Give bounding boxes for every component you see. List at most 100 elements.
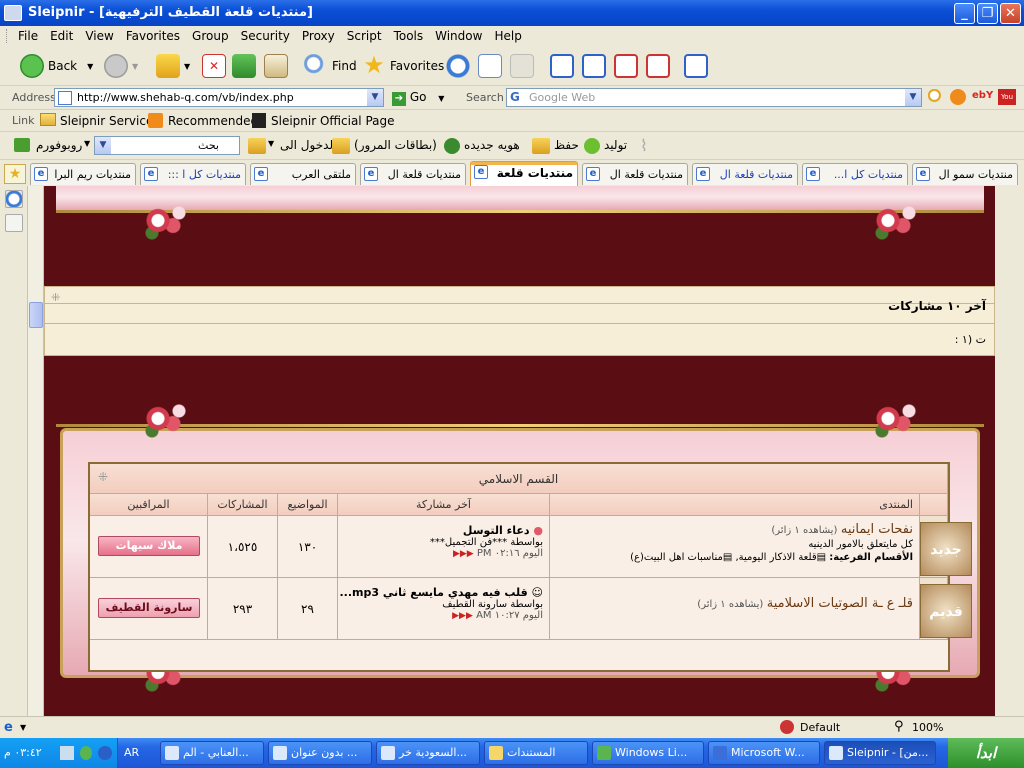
menu-tools[interactable]: Tools xyxy=(388,26,430,43)
start-button[interactable]: ابدأ xyxy=(948,738,1024,768)
language-indicator[interactable]: AR xyxy=(124,746,139,759)
moderator-link[interactable]: ملاك سيهات xyxy=(98,536,200,556)
back-button[interactable]: Back ▼ xyxy=(20,52,93,80)
link-sleipnir-official-page[interactable]: Sleipnir Official Page xyxy=(271,114,395,128)
last-post-author[interactable]: بواسطة سارونة القطيف xyxy=(338,599,543,610)
tab-8[interactable]: e منتديات كل ا ::: xyxy=(140,163,246,185)
up-dropdown-icon[interactable]: ▼ xyxy=(184,62,190,71)
search-go-icon[interactable] xyxy=(928,89,944,105)
window-arrange-1[interactable] xyxy=(550,52,578,80)
menu-edit[interactable]: Edit xyxy=(44,26,79,43)
taskbar-button-4[interactable]: المستندات xyxy=(484,741,588,765)
login-to-button[interactable]: الدخول الى xyxy=(280,138,336,152)
zoom-level[interactable]: 100% xyxy=(912,721,943,734)
go-button[interactable]: ➔ Go ▼ xyxy=(392,90,444,106)
window-title-bar[interactable]: Sleipnir - [منتديات قلعة القطيف الترفيهي… xyxy=(0,0,1024,26)
youtube-icon[interactable]: You xyxy=(998,89,1016,105)
search-input[interactable]: G Google Web ▼ xyxy=(506,88,922,107)
login-dropdown-icon[interactable]: ▼ xyxy=(268,139,274,148)
roboform-search-dropdown-icon[interactable]: ▼ xyxy=(95,137,111,154)
menu-script[interactable]: Script xyxy=(341,26,388,43)
paperclip-icon[interactable]: ⌇ xyxy=(640,136,648,155)
subforum-link[interactable]: قلعة الاذكار اليومية, xyxy=(735,552,816,563)
go-dropdown-icon[interactable]: ▼ xyxy=(438,94,444,103)
new-identity-button[interactable]: هويه جديده xyxy=(464,138,520,152)
taskbar-button-6[interactable]: بدون عنوان ... xyxy=(268,741,372,765)
rss-button[interactable] xyxy=(510,52,538,80)
last-post-link[interactable]: قلب فيه مهدي مايسع ثاني mp3... xyxy=(339,586,527,599)
close-tab-button[interactable] xyxy=(614,52,642,80)
menu-file[interactable]: File xyxy=(12,26,44,43)
stop-button[interactable]: ✕ xyxy=(202,52,230,80)
forward-dropdown-icon[interactable]: ▼ xyxy=(132,62,138,71)
up-button[interactable]: ▼ xyxy=(156,52,190,80)
tray-help-icon[interactable] xyxy=(98,746,112,760)
favorites-button[interactable]: ★ Favorites xyxy=(362,52,444,80)
moderator-link[interactable]: سارونة القطيف xyxy=(98,598,200,618)
roboform-label[interactable]: روبوفورم xyxy=(36,138,82,152)
tab-4[interactable]: e منتديات قلعة ال xyxy=(582,163,688,185)
go-last-post-icon[interactable]: ▶▶▶ xyxy=(452,611,473,621)
forward-button[interactable]: ▼ xyxy=(104,52,138,80)
tab-3[interactable]: e منتديات قلعة ال xyxy=(692,163,798,185)
menu-group[interactable]: Group xyxy=(186,26,235,43)
restore-button[interactable] xyxy=(684,52,712,80)
menu-security[interactable]: Security xyxy=(235,26,296,43)
save-button[interactable]: حفظ xyxy=(554,138,579,152)
last-post-author[interactable]: بواسطة ***فن التجميل*** xyxy=(338,537,543,548)
maximize-button[interactable]: ❐ xyxy=(977,3,998,24)
minimize-button[interactable]: _ xyxy=(954,3,975,24)
menu-view[interactable]: View xyxy=(79,26,119,43)
clock[interactable]: ٠٣:٤٢ م xyxy=(4,746,42,759)
collapse-icon[interactable]: ⁜ xyxy=(98,470,108,484)
scrollbar-thumb[interactable] xyxy=(29,302,43,328)
home-button[interactable] xyxy=(264,52,292,80)
tray-network-icon[interactable] xyxy=(60,746,74,760)
roboform-dropdown-icon[interactable]: ▼ xyxy=(84,139,90,148)
close-others-button[interactable] xyxy=(646,52,674,80)
status-dropdown-icon[interactable]: ▼ xyxy=(20,723,26,732)
tab-2[interactable]: e منتديات كل ا... xyxy=(802,163,908,185)
history-button[interactable] xyxy=(446,52,474,80)
last-post-link[interactable]: دعاء التوسل xyxy=(463,524,530,537)
tab-1[interactable]: e منتديات سمو ال xyxy=(912,163,1018,185)
address-dropdown-icon[interactable]: ▼ xyxy=(367,89,383,106)
generate-button[interactable]: توليد xyxy=(604,138,627,152)
proxy-status[interactable]: Default xyxy=(800,721,840,734)
menu-proxy[interactable]: Proxy xyxy=(296,26,341,43)
ebay-icon[interactable]: ebY xyxy=(972,90,993,101)
tab-5-active[interactable]: e منتديات قلعة xyxy=(470,161,578,186)
forum-title-link[interactable]: قلـ ع ـة الصوتيات الاسلامية xyxy=(767,596,913,611)
forum-title-link[interactable]: نفحات ايمانيه xyxy=(841,522,913,537)
taskbar-button-2[interactable]: Microsoft W... xyxy=(708,741,820,765)
tab-7[interactable]: e ملتقى العرب xyxy=(250,163,356,185)
menu-window[interactable]: Window xyxy=(429,26,488,43)
taskbar-button-3[interactable]: Windows Li... xyxy=(592,741,704,765)
search-dropdown-icon[interactable]: ▼ xyxy=(905,89,921,106)
page-left-scrollbar[interactable] xyxy=(28,186,44,716)
go-last-post-icon[interactable]: ▶▶▶ xyxy=(453,549,474,559)
engine-icon[interactable] xyxy=(950,89,966,105)
link-sleipnir-services[interactable]: Sleipnir Services xyxy=(60,114,160,128)
tray-messenger-icon[interactable] xyxy=(80,746,92,760)
side-tree-icon[interactable] xyxy=(5,214,23,232)
taskbar-button-5[interactable]: السعودية خر... xyxy=(376,741,480,765)
close-button[interactable]: ✕ xyxy=(1000,3,1021,24)
tab-9[interactable]: e منتديات ريم البرا xyxy=(30,163,136,185)
menu-help[interactable]: Help xyxy=(488,26,527,43)
taskbar-button-7[interactable]: العنابي - الم... xyxy=(160,741,264,765)
favorites-panel-star-icon[interactable]: ★ xyxy=(4,164,26,184)
address-input[interactable]: http://www.shehab-q.com/vb/index.php ▼ xyxy=(54,88,384,107)
find-button[interactable]: Find xyxy=(304,52,357,80)
link-recommended[interactable]: Recommended xyxy=(168,114,258,128)
roboform-search-input[interactable]: بحث ▼ xyxy=(94,136,240,155)
refresh-button[interactable] xyxy=(232,52,260,80)
section-title[interactable]: القسم الاسلامي xyxy=(479,472,558,486)
tree-button[interactable] xyxy=(478,52,506,80)
back-dropdown-icon[interactable]: ▼ xyxy=(87,62,93,71)
side-history-icon[interactable] xyxy=(5,190,23,208)
subforum-link[interactable]: مناسبات اهل البيت(ع) xyxy=(630,552,723,563)
passcards-button[interactable]: (بطاقات المرور) xyxy=(354,138,437,152)
window-arrange-2[interactable] xyxy=(582,52,610,80)
menu-favorites[interactable]: Favorites xyxy=(120,26,186,43)
